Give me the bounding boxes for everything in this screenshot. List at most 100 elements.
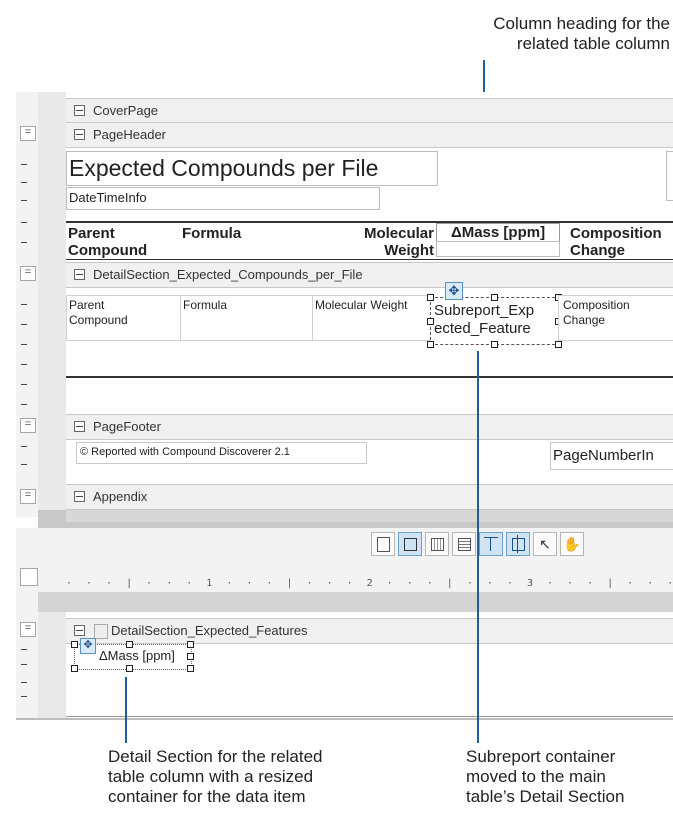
detail-parent-compound[interactable]: Parent Compound	[66, 295, 182, 341]
callout-line: related table column	[516, 34, 670, 53]
header-molecular-weight[interactable]: Molecular Weight	[312, 225, 434, 259]
ruler-corner[interactable]	[20, 568, 38, 586]
callout-line: Column heading for the	[493, 14, 670, 33]
callout-line: Subreport container	[466, 747, 616, 766]
band-appendix[interactable]: Appendix	[66, 484, 673, 510]
leader-line-subreport	[477, 351, 479, 743]
detail-composition-change-text: Composition Change	[563, 298, 630, 328]
ruler-tick	[21, 182, 27, 183]
sub-detail-bottom	[66, 716, 673, 717]
ruler-tick	[21, 696, 27, 697]
snap-lines-icon[interactable]	[479, 532, 503, 556]
ruler-tick	[21, 222, 27, 223]
resize-handle[interactable]	[71, 641, 78, 648]
band-label: DetailSection_Expected_Compounds_per_Fil…	[93, 267, 363, 282]
band-detailsection[interactable]: DetailSection_Expected_Compounds_per_Fil…	[66, 262, 673, 288]
report-title[interactable]: Expected Compounds per File	[66, 151, 438, 186]
collapse-icon[interactable]: =	[20, 266, 36, 281]
band-label: CoverPage	[93, 103, 159, 118]
header-line: Weight	[384, 242, 434, 259]
report-icon[interactable]	[371, 532, 395, 556]
resize-handle[interactable]	[427, 341, 434, 348]
resize-handle[interactable]	[491, 294, 498, 301]
collapse-icon[interactable]: =	[20, 418, 36, 433]
footer-copyright[interactable]: © Reported with Compound Discoverer 2.1	[76, 442, 367, 464]
datetime-field[interactable]: DateTimeInfo	[66, 187, 380, 210]
pageheader-section: Expected Compounds per File DateTimeInfo…	[66, 148, 673, 261]
band-label: Appendix	[93, 489, 148, 504]
callout-line: table’s Detail Section	[466, 787, 625, 806]
ruler-tick	[21, 242, 27, 243]
horizontal-ruler: · · · | · · · 1 · · · | · · · 2 · · · | …	[66, 576, 673, 592]
ruler-tick	[21, 304, 27, 305]
callout-line: table column with a resized	[108, 767, 314, 786]
header-line: Composition	[570, 225, 662, 242]
detail-composition-change[interactable]: Composition Change	[558, 295, 673, 341]
leader-line-detail	[125, 677, 127, 743]
collapse-toggle-icon[interactable]	[74, 129, 85, 141]
resize-handle[interactable]	[555, 341, 562, 348]
header-right-box	[666, 151, 673, 201]
resize-handle[interactable]	[427, 294, 434, 301]
collapse-toggle-icon[interactable]	[74, 421, 85, 433]
cell-line: Compound	[69, 313, 128, 327]
cell-line: Composition	[563, 298, 630, 312]
move-handle-icon[interactable]: ✥	[80, 638, 96, 654]
band-coverpage[interactable]: CoverPage	[66, 98, 673, 124]
collapse-icon[interactable]: =	[20, 126, 36, 141]
header-top-rule	[66, 221, 673, 223]
header-composition-change[interactable]: Composition Change	[570, 225, 662, 259]
collapse-icon[interactable]: =	[20, 622, 36, 637]
frame-bottom-edge	[16, 718, 673, 720]
collapse-toggle-icon[interactable]	[74, 269, 85, 281]
resize-handle[interactable]	[187, 653, 194, 660]
pagefooter-section: © Reported with Compound Discoverer 2.1 …	[66, 440, 673, 484]
collapse-toggle-icon[interactable]	[74, 491, 85, 503]
ruler-tick	[21, 344, 27, 345]
cell-line: Parent	[69, 298, 105, 312]
band-sub-detailsection[interactable]: DetailSection_Expected_Features	[66, 618, 673, 644]
resize-handle[interactable]	[126, 641, 133, 648]
detail-formula[interactable]: Formula	[180, 295, 314, 341]
resize-handle[interactable]	[187, 665, 194, 672]
resize-handle[interactable]	[187, 641, 194, 648]
resize-handle[interactable]	[126, 665, 133, 672]
ruler-tick	[21, 682, 27, 683]
subreport-band-icon	[94, 624, 108, 639]
detail-molecular-weight[interactable]: Molecular Weight	[312, 295, 434, 341]
header-delta-mass[interactable]: ΔMass [ppm]	[436, 223, 560, 242]
subreport-line: ected_Feature	[434, 320, 531, 337]
header-bottom-rule	[66, 259, 673, 260]
ruler-tick	[21, 664, 27, 665]
band-pageheader[interactable]: PageHeader	[66, 122, 673, 148]
collapse-toggle-icon[interactable]	[74, 105, 85, 117]
hand-icon[interactable]: ✋	[560, 532, 584, 556]
header-line: Molecular	[363, 225, 434, 242]
detail-rule	[66, 376, 673, 378]
header-parent-compound[interactable]: Parent Compound	[68, 225, 147, 259]
header-formula[interactable]: Formula	[182, 225, 241, 242]
pointer-icon[interactable]: ↖	[533, 532, 557, 556]
subreport-container[interactable]: Subreport_Exp ected_Feature	[430, 297, 560, 345]
resize-handle[interactable]	[71, 665, 78, 672]
band-pagefooter[interactable]: PageFooter	[66, 414, 673, 440]
footer-page-number[interactable]: PageNumberIn	[550, 442, 673, 470]
move-handle-icon[interactable]: ✥	[445, 282, 463, 300]
ruler-tick	[21, 446, 27, 447]
collapse-icon[interactable]: =	[20, 489, 36, 504]
subreport-line: Subreport_Exp	[434, 302, 535, 319]
report-page-shadow	[66, 510, 673, 522]
grid-dots-icon[interactable]	[425, 532, 449, 556]
callout-line: Detail Section for the related	[108, 747, 323, 766]
ruler-tick	[21, 324, 27, 325]
grid-icon[interactable]	[452, 532, 476, 556]
rectangle-icon[interactable]	[398, 532, 422, 556]
snap-grid-icon[interactable]	[506, 532, 530, 556]
band-label: PageFooter	[93, 419, 161, 434]
header-line: Parent	[68, 225, 115, 242]
ruler-tick	[21, 404, 27, 405]
collapse-toggle-icon[interactable]	[74, 625, 85, 637]
ruler-tick	[21, 200, 27, 201]
resize-handle[interactable]	[427, 318, 434, 325]
resize-handle[interactable]	[491, 341, 498, 348]
